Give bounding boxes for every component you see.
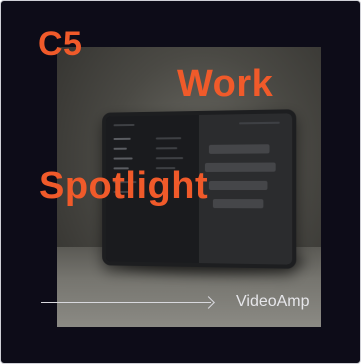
badge-label: C5 xyxy=(38,25,83,63)
client-name[interactable]: VideoAmp xyxy=(236,293,310,311)
headline-line-2: Spotlight xyxy=(39,165,209,207)
work-spotlight-card[interactable]: C5 Work Spotlight VideoAmp xyxy=(0,0,361,364)
arrow-right-icon xyxy=(41,302,211,303)
tablet-screen-content xyxy=(198,113,293,265)
headline-line-1: Work xyxy=(177,63,274,105)
